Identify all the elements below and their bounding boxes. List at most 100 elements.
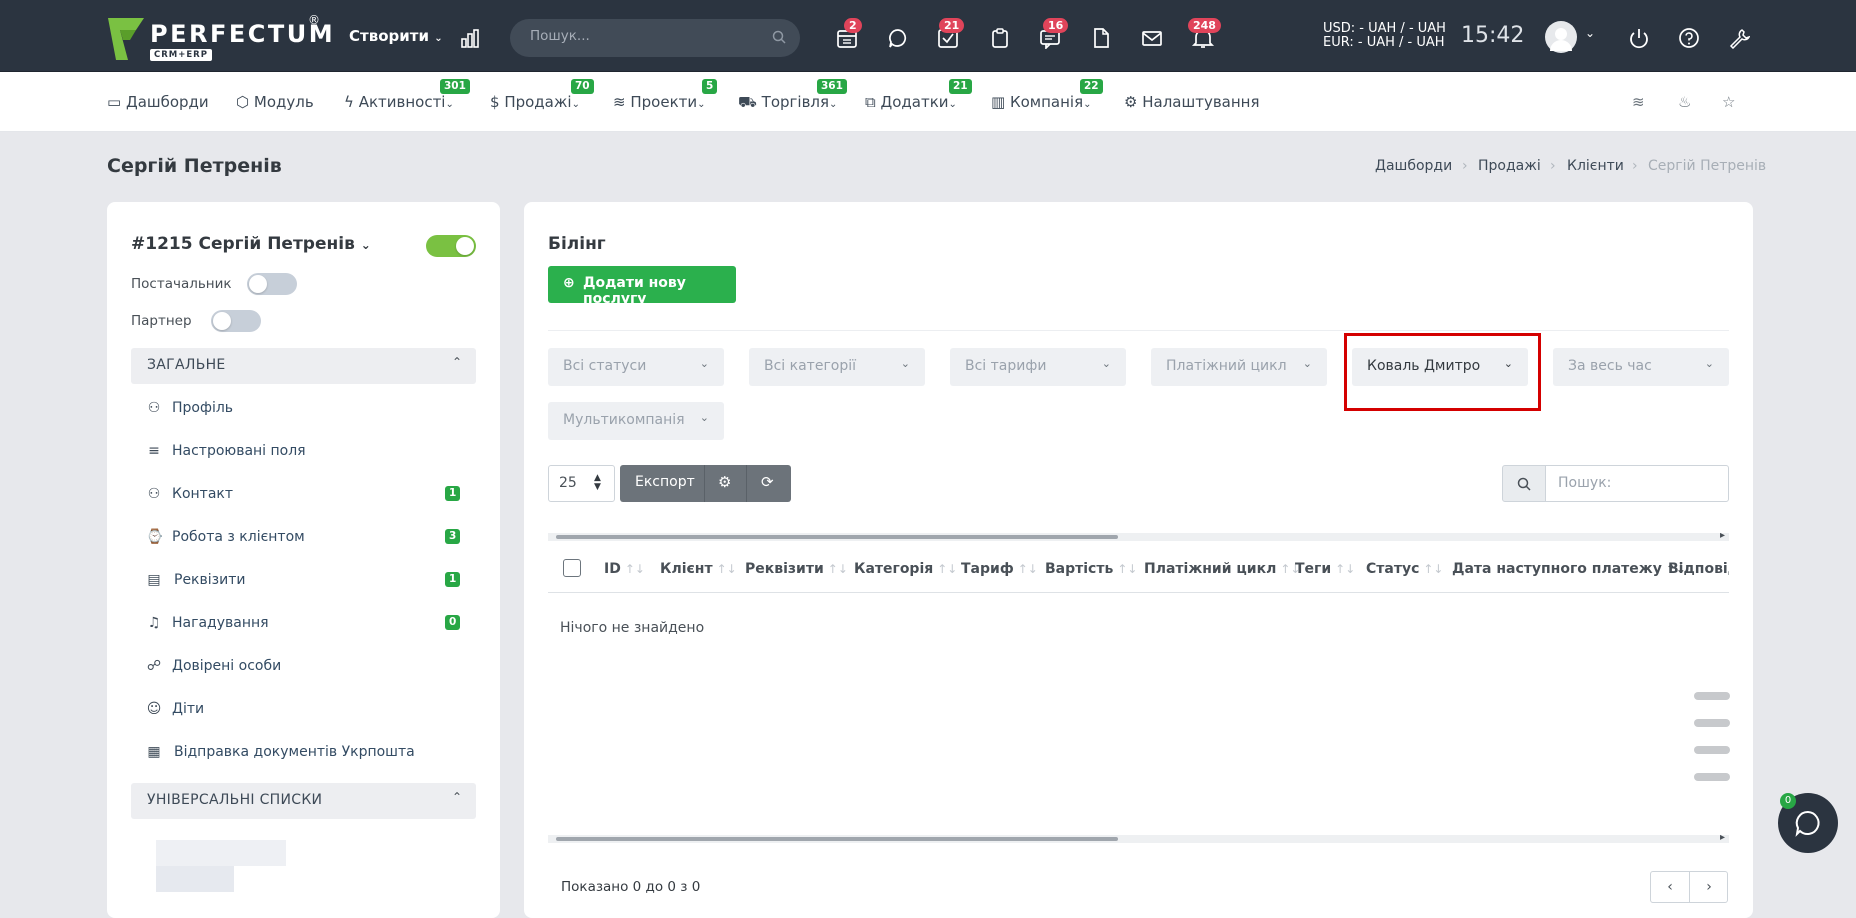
menu-label: Дашборди: [125, 93, 209, 111]
flame-icon[interactable]: ♨: [1678, 93, 1691, 111]
col-next-payment-date[interactable]: Дата наступного платежу ↑↓: [1452, 561, 1686, 577]
scroll-right-icon[interactable]: ▸: [1720, 832, 1725, 843]
sidebar-item-custom-fields[interactable]: Настроювані поля: [172, 443, 306, 459]
col-id[interactable]: ID ↑↓: [604, 561, 645, 577]
search-icon[interactable]: [772, 30, 786, 44]
col-responsible[interactable]: Відповіда: [1668, 561, 1729, 577]
tariff-filter[interactable]: Всі тарифи ⌄: [950, 348, 1126, 386]
col-payment-cycle[interactable]: Платіжний цикл ↑↓: [1144, 561, 1300, 577]
menu-item-trade[interactable]: ⛟ Торгівля⌄: [738, 93, 837, 113]
help-icon[interactable]: [1678, 27, 1700, 49]
calendar-badge: 2: [844, 18, 862, 33]
scrollbar-thumb[interactable]: [556, 837, 1118, 841]
notifications-badge: 248: [1188, 18, 1221, 33]
client-name: #1215 Сергій Петренів: [131, 234, 355, 254]
chevron-up-icon[interactable]: ⌃: [452, 355, 462, 369]
sidebar-item-children[interactable]: Діти: [172, 701, 204, 717]
clipboard-icon[interactable]: [989, 27, 1011, 49]
sidebar-item-requisites[interactable]: Реквізити: [174, 572, 245, 588]
col-tariff[interactable]: Тариф ↑↓: [961, 561, 1038, 577]
client-name-dropdown[interactable]: #1215 Сергій Петренів ⌄: [131, 234, 371, 254]
sidebar-item-contact[interactable]: Контакт: [172, 486, 233, 502]
multicompany-filter[interactable]: Мультикомпанія ⌄: [548, 402, 724, 440]
dollar-icon: $: [490, 93, 500, 111]
chevron-down-icon: ⌄: [434, 33, 443, 44]
column-label: Вартість: [1045, 561, 1114, 577]
filter-label: Всі категорії: [764, 358, 857, 374]
scroll-right-icon[interactable]: ▸: [1720, 530, 1725, 541]
breadcrumb-clients[interactable]: Клієнти: [1567, 158, 1624, 174]
stack-icon[interactable]: ≋: [1632, 93, 1645, 111]
col-responsible-clip: Відповіда: [1668, 547, 1729, 593]
document-icon[interactable]: [1090, 27, 1112, 49]
status-filter[interactable]: Всі статуси ⌄: [548, 348, 724, 386]
menu-item-settings[interactable]: ⚙ Налаштування: [1124, 93, 1260, 111]
table-search-input[interactable]: Пошук:: [1545, 465, 1729, 502]
sort-icon: ↑↓: [1335, 562, 1356, 576]
sidebar-item-profile[interactable]: Профіль: [172, 400, 233, 416]
partner-toggle[interactable]: [211, 310, 261, 332]
menu-item-dashboards[interactable]: ▭ Дашборди: [107, 93, 209, 111]
star-icon[interactable]: ☆: [1722, 93, 1735, 111]
column-label: Дата наступного платежу: [1452, 561, 1662, 577]
table-search-placeholder: Пошук:: [1558, 475, 1612, 491]
export-button[interactable]: Експорт: [620, 465, 704, 502]
breadcrumb-dashboards[interactable]: Дашборди: [1375, 158, 1452, 174]
menu-label: Активності: [358, 93, 446, 111]
breadcrumb-sales[interactable]: Продажі: [1478, 158, 1541, 174]
power-icon[interactable]: [1628, 27, 1650, 49]
scrollbar-thumb[interactable]: [556, 535, 1118, 539]
user-menu-chevron-icon[interactable]: ⌄: [1585, 26, 1595, 40]
sidebar-item-ukrposhta[interactable]: Відправка документів Укрпошта: [174, 744, 415, 760]
mail-icon[interactable]: [1141, 27, 1163, 49]
sidebar-item-client-work[interactable]: Робота з клієнтом: [172, 529, 305, 545]
sidebar-item-trusted-persons[interactable]: Довірені особи: [172, 658, 281, 674]
supplier-toggle[interactable]: [247, 273, 297, 295]
menu-item-addons[interactable]: ⧉ Додатки⌄: [865, 93, 957, 111]
client-active-toggle[interactable]: [426, 235, 476, 257]
select-all-checkbox[interactable]: [563, 559, 581, 577]
next-page-button[interactable]: ›: [1690, 872, 1728, 902]
menu-item-activities[interactable]: ϟ Активності⌄: [344, 93, 454, 111]
perfectum-logo-icon[interactable]: [106, 16, 146, 62]
add-service-button[interactable]: ⊕ Додати нову послугу: [548, 266, 736, 307]
col-cost[interactable]: Вартість ↑↓: [1045, 561, 1137, 577]
stats-icon[interactable]: [460, 28, 480, 48]
col-tags[interactable]: Теги ↑↓: [1295, 561, 1355, 577]
section-general-title: ЗАГАЛЬНЕ: [147, 357, 226, 373]
chevron-up-icon[interactable]: ⌃: [452, 790, 462, 804]
user-icon: ⚇: [147, 400, 161, 416]
contact-count-badge: 1: [445, 486, 461, 501]
menu-item-module[interactable]: ⬡ Модуль: [236, 93, 314, 111]
lines-icon: ≡: [148, 443, 160, 459]
col-status[interactable]: Статус ↑↓: [1366, 561, 1443, 577]
col-category[interactable]: Категорія ↑↓: [854, 561, 957, 577]
prev-page-button[interactable]: ‹: [1651, 872, 1690, 902]
menu-label: Проекти: [630, 93, 698, 111]
cart-icon: ⛟: [738, 93, 757, 111]
page-size-select[interactable]: 25 ▲ ▼: [548, 465, 615, 502]
col-client[interactable]: Клієнт ↑↓: [660, 561, 737, 577]
wrench-icon[interactable]: [1728, 27, 1750, 49]
chevron-down-icon: ⌄: [1101, 357, 1111, 370]
refresh-button[interactable]: ⟳: [746, 465, 791, 502]
supplier-label: Постачальник: [131, 276, 232, 292]
brand-subtitle: CRM+ERP: [150, 49, 212, 61]
period-filter[interactable]: За весь час ⌄: [1553, 348, 1729, 386]
updown-icon: ▲ ▼: [594, 473, 601, 492]
export-label: Експорт: [635, 474, 695, 490]
payment-cycle-filter[interactable]: Платіжний цикл ⌄: [1151, 348, 1327, 386]
col-requisites[interactable]: Реквізити ↑↓: [745, 561, 848, 577]
menu-item-company[interactable]: ▥ Компанія⌄: [991, 93, 1092, 111]
menu-item-sales[interactable]: $ Продажі⌄: [490, 93, 580, 111]
create-dropdown[interactable]: Створити ⌄: [349, 27, 443, 45]
chat-icon[interactable]: [887, 27, 909, 49]
chevron-down-icon: ⌄: [1704, 357, 1714, 370]
category-filter[interactable]: Всі категорії ⌄: [749, 348, 925, 386]
empty-table-message: Нічого не знайдено: [560, 620, 705, 636]
currency-rates: USD: - UAH / - UAH EUR: - UAH / - UAH: [1323, 22, 1446, 50]
menu-item-projects[interactable]: ≋ Проекти⌄: [613, 93, 706, 111]
column-settings-button[interactable]: ⚙: [704, 465, 746, 502]
sidebar-item-reminders[interactable]: Нагадування: [172, 615, 269, 631]
user-avatar[interactable]: [1545, 21, 1577, 53]
